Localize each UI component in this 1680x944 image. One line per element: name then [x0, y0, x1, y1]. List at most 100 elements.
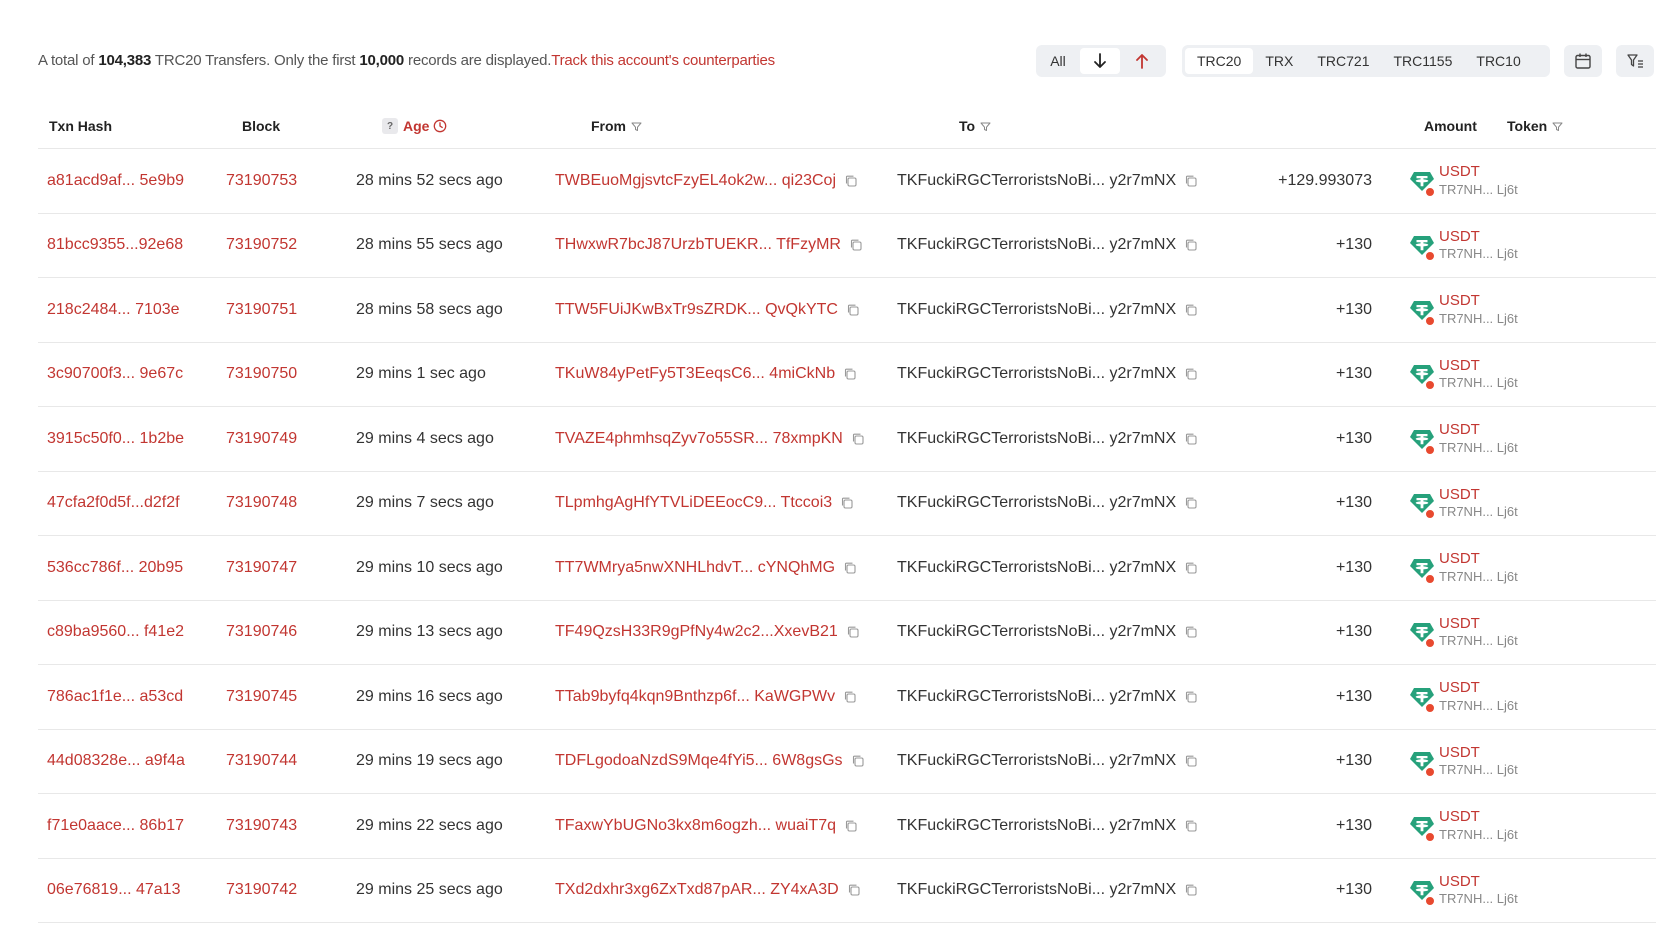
- copy-icon[interactable]: [1184, 303, 1198, 317]
- copy-icon[interactable]: [851, 754, 865, 768]
- from-address-link[interactable]: THwxwR7bcJ87UrzbTUEKR... TfFzyMR: [555, 236, 841, 254]
- col-token[interactable]: Token: [1507, 104, 1563, 148]
- from-address: TXd2dxhr3xg6ZxTxd87pAR... ZY4xA3D: [555, 859, 861, 922]
- copy-icon[interactable]: [1184, 367, 1198, 381]
- col-from[interactable]: From: [591, 104, 642, 148]
- block-link[interactable]: 73190742: [226, 859, 297, 922]
- clock-icon[interactable]: [433, 119, 447, 133]
- token-name-link[interactable]: USDT: [1439, 421, 1518, 440]
- copy-icon[interactable]: [844, 819, 858, 833]
- block-link[interactable]: 73190744: [226, 730, 297, 793]
- token-name-link[interactable]: USDT: [1439, 615, 1518, 634]
- from-address-link[interactable]: TTW5FUiJKwBxTr9sZRDK... QvQkYTC: [555, 301, 838, 319]
- block-link[interactable]: 73190752: [226, 214, 297, 277]
- from-address-link[interactable]: TDFLgodoaNzdS9Mqe4fYi5... 6W8gsGs: [555, 752, 843, 770]
- direction-incoming-button[interactable]: [1080, 48, 1120, 74]
- from-address-link[interactable]: TT7WMrya5nwXNHLhdvT... cYNQhMG: [555, 559, 835, 577]
- calendar-button[interactable]: [1564, 45, 1602, 77]
- copy-icon[interactable]: [843, 690, 857, 704]
- token-name-link[interactable]: USDT: [1439, 486, 1518, 505]
- from-address-link[interactable]: TTab9byfq4kqn9Bnthzp6f... KaWGPWv: [555, 688, 835, 706]
- from-address-link[interactable]: TVAZE4phmhsqZyv7o55SR... 78xmpKN: [555, 430, 843, 448]
- tab-trx[interactable]: TRX: [1253, 48, 1305, 74]
- tab-trc1155[interactable]: TRC1155: [1382, 48, 1465, 74]
- block-link[interactable]: 73190748: [226, 472, 297, 535]
- token-name-link[interactable]: USDT: [1439, 163, 1518, 182]
- col-age[interactable]: ? Age: [382, 104, 447, 148]
- token-name-link[interactable]: USDT: [1439, 357, 1518, 376]
- token-name-link[interactable]: USDT: [1439, 873, 1518, 892]
- block-link[interactable]: 73190753: [226, 149, 297, 212]
- help-icon[interactable]: ?: [382, 118, 398, 134]
- copy-icon[interactable]: [851, 432, 865, 446]
- column-filter-button[interactable]: [1616, 45, 1654, 77]
- from-address-link[interactable]: TXd2dxhr3xg6ZxTxd87pAR... ZY4xA3D: [555, 881, 839, 899]
- txn-hash-link[interactable]: 536cc786f... 20b95: [47, 536, 183, 599]
- token-name-link[interactable]: USDT: [1439, 679, 1518, 698]
- block-link[interactable]: 73190749: [226, 407, 297, 470]
- txn-hash-link[interactable]: 786ac1f1e... a53cd: [47, 665, 183, 728]
- copy-icon[interactable]: [843, 561, 857, 575]
- block-link[interactable]: 73190747: [226, 536, 297, 599]
- token-name-link[interactable]: USDT: [1439, 228, 1518, 247]
- filter-icon[interactable]: [980, 121, 991, 132]
- txn-hash-link[interactable]: c89ba9560... f41e2: [47, 601, 184, 664]
- copy-icon[interactable]: [1184, 690, 1198, 704]
- tab-trc10[interactable]: TRC10: [1464, 48, 1532, 74]
- copy-icon[interactable]: [847, 883, 861, 897]
- to-address: TKFuckiRGCTerroristsNoBi... y2r7mNX: [897, 859, 1198, 922]
- block-link[interactable]: 73190750: [226, 343, 297, 406]
- token-contract: TR7NH... Lj6t: [1439, 826, 1518, 842]
- token-name-link[interactable]: USDT: [1439, 808, 1518, 827]
- filter-icon[interactable]: [631, 121, 642, 132]
- txn-hash-link[interactable]: 06e76819... 47a13: [47, 859, 180, 922]
- copy-icon[interactable]: [844, 174, 858, 188]
- copy-icon[interactable]: [1184, 625, 1198, 639]
- block-link[interactable]: 73190751: [226, 278, 297, 341]
- copy-icon[interactable]: [1184, 496, 1198, 510]
- block-link[interactable]: 73190743: [226, 794, 297, 857]
- copy-icon[interactable]: [846, 625, 860, 639]
- copy-icon[interactable]: [843, 367, 857, 381]
- from-address-link[interactable]: TKuW84yPetFy5T3EeqsC6... 4miCkNb: [555, 365, 835, 383]
- tab-trc20[interactable]: TRC20: [1185, 48, 1254, 74]
- copy-icon[interactable]: [849, 238, 863, 252]
- from-address-link[interactable]: TF49QzsH33R9gPfNy4w2c2...XxevB21: [555, 623, 838, 641]
- copy-icon[interactable]: [840, 496, 854, 510]
- track-counterparties-link[interactable]: Track this account's counterparties: [551, 52, 775, 69]
- from-address-link[interactable]: TFaxwYbUGNo3kx8m6ogzh... wuaiT7q: [555, 817, 836, 835]
- txn-hash-link[interactable]: 3c90700f3... 9e67c: [47, 343, 183, 406]
- copy-icon[interactable]: [1184, 819, 1198, 833]
- txn-hash-link[interactable]: 47cfa2f0d5f...d2f2f: [47, 472, 180, 535]
- txn-hash-link[interactable]: 81bcc9355...92e68: [47, 214, 183, 277]
- copy-icon[interactable]: [1184, 883, 1198, 897]
- copy-icon[interactable]: [1184, 561, 1198, 575]
- block-link[interactable]: 73190746: [226, 601, 297, 664]
- copy-icon[interactable]: [1184, 754, 1198, 768]
- amount-value: +130: [1335, 558, 1372, 576]
- token-contract: TR7NH... Lj6t: [1439, 310, 1518, 326]
- txn-hash-link[interactable]: 3915c50f0... 1b2be: [47, 407, 184, 470]
- txn-hash-link[interactable]: 44d08328e... a9f4a: [47, 730, 185, 793]
- direction-outgoing-button[interactable]: [1122, 48, 1162, 74]
- copy-icon[interactable]: [1184, 432, 1198, 446]
- table-header: Txn Hash Block ? Age From To Amount Toke…: [38, 104, 1656, 149]
- token-name-link[interactable]: USDT: [1439, 550, 1518, 569]
- block-link[interactable]: 73190745: [226, 665, 297, 728]
- token-name-link[interactable]: USDT: [1439, 292, 1518, 311]
- from-address-link[interactable]: TLpmhgAgHfYTVLiDEEocC9... Ttccoi3: [555, 494, 832, 512]
- tab-trc721[interactable]: TRC721: [1305, 48, 1381, 74]
- txn-hash-link[interactable]: a81acd9af... 5e9b9: [47, 149, 184, 212]
- txn-hash-link[interactable]: f71e0aace... 86b17: [47, 794, 184, 857]
- token-name-link[interactable]: USDT: [1439, 744, 1518, 763]
- copy-icon[interactable]: [1184, 238, 1198, 252]
- txn-hash-link[interactable]: 218c2484... 7103e: [47, 278, 180, 341]
- table-row: 3c90700f3... 9e67c 73190750 29 mins 1 sec …: [38, 343, 1656, 407]
- filter-icon[interactable]: [1552, 121, 1563, 132]
- table-row: 536cc786f... 20b95 73190747 29 mins 10 sec…: [38, 536, 1656, 601]
- from-address-link[interactable]: TWBEuoMgjsvtcFzyEL4ok2w... qi23Coj: [555, 172, 836, 190]
- col-to[interactable]: To: [959, 104, 991, 148]
- direction-all-button[interactable]: All: [1038, 48, 1078, 74]
- copy-icon[interactable]: [846, 303, 860, 317]
- copy-icon[interactable]: [1184, 174, 1198, 188]
